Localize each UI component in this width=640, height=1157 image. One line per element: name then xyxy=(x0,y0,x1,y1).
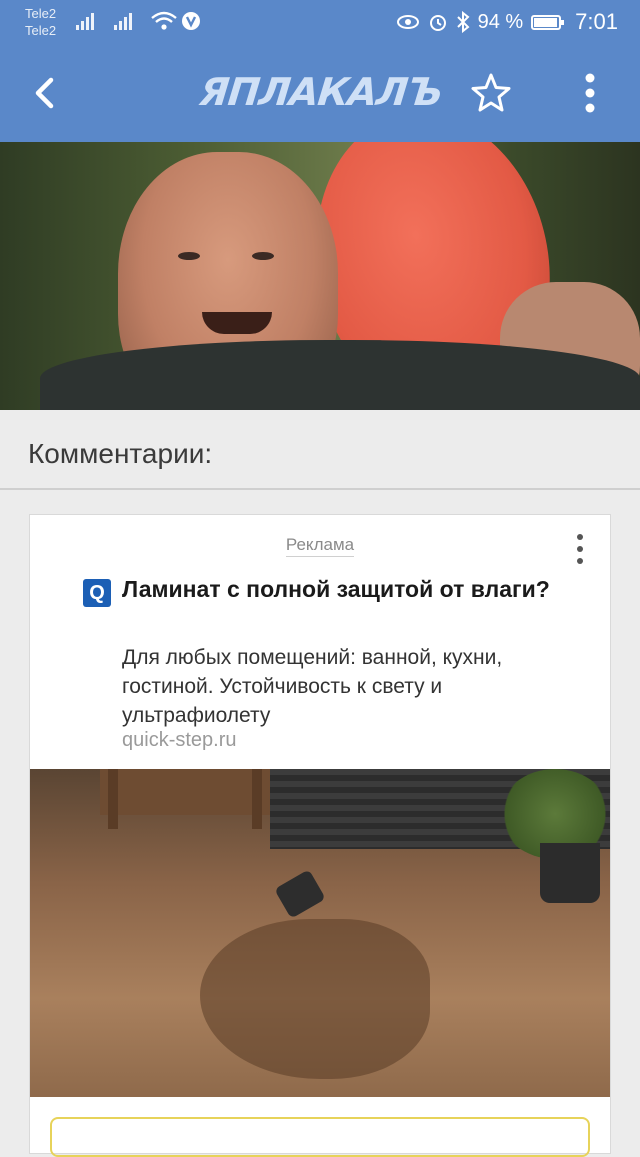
app-logo[interactable]: ЯПЛАКАЛЪ xyxy=(198,70,444,114)
ad-image-cup xyxy=(274,869,326,919)
signal-icon xyxy=(76,12,94,30)
more-vertical-icon xyxy=(585,73,595,113)
ad-image[interactable] xyxy=(30,769,610,1097)
back-button[interactable] xyxy=(22,68,72,118)
comments-header: Комментарии: xyxy=(0,410,640,490)
ad-image-puddle xyxy=(200,919,430,1079)
ad-image-stool xyxy=(100,769,270,815)
ad-label: Реклама xyxy=(30,535,610,557)
photo-eye-shape xyxy=(252,252,274,260)
ad-description: Для любых помещений: ванной, кухни, гост… xyxy=(122,646,503,727)
chevron-left-icon xyxy=(35,77,54,109)
ad-options-button[interactable] xyxy=(570,532,590,566)
alarm-icon xyxy=(428,12,448,32)
comments-title: Комментарии: xyxy=(28,438,213,469)
ad-image-stool-leg xyxy=(252,769,262,829)
eye-icon xyxy=(396,13,420,31)
more-vertical-icon xyxy=(577,534,583,564)
favorite-button[interactable] xyxy=(468,70,514,116)
photo-eye-shape xyxy=(178,252,200,260)
carrier-labels: Tele2 Tele2 xyxy=(25,5,56,39)
battery-percent: 94 % xyxy=(477,10,524,33)
more-menu-button[interactable] xyxy=(570,68,610,118)
ad-label-text: Реклама xyxy=(285,535,355,557)
photo-jacket-shape xyxy=(40,340,640,410)
ad-domain[interactable]: quick-step.ru xyxy=(122,729,237,752)
photo-mouth-shape xyxy=(202,312,272,334)
ad-card[interactable]: Реклама Q Ламинат с полной защитой от вл… xyxy=(29,514,611,1157)
ad-title[interactable]: Ламинат с полной защитой от влаги? xyxy=(122,574,562,605)
ad-image-stool-leg xyxy=(108,769,118,829)
carrier-1: Tele2 xyxy=(25,6,57,21)
carrier-2: Tele2 xyxy=(25,23,57,38)
ad-favicon-icon: Q xyxy=(83,579,111,607)
ad-image-pot xyxy=(540,843,600,903)
star-outline-icon xyxy=(471,73,511,112)
ad-cta-button[interactable] xyxy=(50,1117,590,1157)
post-photo[interactable] xyxy=(0,142,640,410)
status-right-group: 94 % 7:01 xyxy=(396,9,618,35)
signal-icon-2 xyxy=(114,12,132,30)
wifi-icon xyxy=(150,10,202,32)
app-bar: ЯПЛАКАЛЪ xyxy=(0,44,640,142)
bluetooth-icon xyxy=(456,11,470,33)
battery-icon xyxy=(531,14,565,30)
status-bar: Tele2 Tele2 94 % 7:01 xyxy=(0,0,640,44)
clock: 7:01 xyxy=(575,9,618,34)
